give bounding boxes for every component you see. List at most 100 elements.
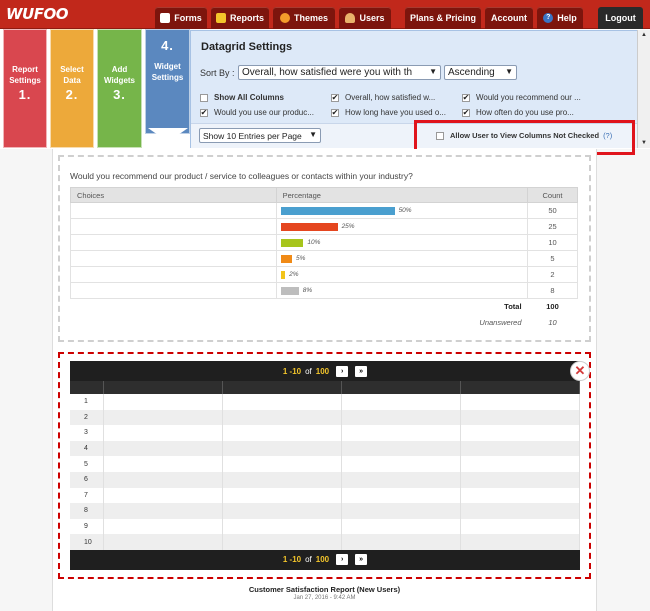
- step-2-number: 2.: [65, 87, 79, 102]
- table-row: 5% 5: [70, 250, 578, 267]
- datagrid-row[interactable]: 5: [70, 456, 580, 472]
- entries-per-page-select[interactable]: Show 10 Entries per Page ▼: [199, 128, 321, 143]
- datagrid-row[interactable]: 6: [70, 471, 580, 488]
- datagrid-row[interactable]: 7: [70, 487, 580, 504]
- count-cell: 50: [527, 202, 578, 219]
- datagrid-cell: [223, 440, 342, 457]
- datagrid-row[interactable]: 8: [70, 503, 580, 519]
- datagrid-header-cell[interactable]: [461, 381, 580, 394]
- column-checkbox-overall-satisfied[interactable]: ✔ Overall, how satisfied w...: [331, 93, 435, 102]
- table-row: 25% 25: [70, 218, 578, 235]
- last-page-button[interactable]: »: [355, 365, 368, 377]
- datagrid-header-cell: [70, 381, 104, 394]
- step-4-label: Widget: [154, 62, 181, 71]
- column-checkbox-how-long-used[interactable]: ✔ How long have you used o...: [331, 108, 446, 117]
- nav-tab-users[interactable]: Users: [339, 7, 391, 29]
- nav-tab-reports[interactable]: Reports: [211, 7, 269, 29]
- percentage-label: 25%: [341, 223, 355, 230]
- choice-cell: [70, 202, 277, 219]
- step-add-widgets[interactable]: Add Widgets 3.: [97, 29, 142, 148]
- datagrid-cell: [223, 456, 342, 472]
- datagrid-header-cell[interactable]: [223, 381, 342, 394]
- chart-widget[interactable]: Would you recommend our product / servic…: [58, 155, 591, 342]
- nav-forms-label: Forms: [174, 13, 202, 23]
- step-select-data[interactable]: Select Data 2.: [50, 29, 94, 148]
- last-page-button[interactable]: »: [355, 554, 368, 566]
- checkbox-label: Would you use our produc...: [214, 108, 314, 117]
- datagrid-cell: [342, 471, 461, 488]
- datagrid-header-cell[interactable]: [342, 381, 461, 394]
- checkmark-icon[interactable]: ✔: [200, 108, 208, 117]
- column-checkbox-would-use-product[interactable]: ✔ Would you use our produc...: [200, 108, 314, 117]
- scroll-up-icon[interactable]: ▲: [641, 32, 647, 38]
- datagrid-row[interactable]: 10: [70, 534, 580, 550]
- datagrid-cell: [461, 409, 580, 426]
- wufoo-logo[interactable]: WUFOO: [6, 5, 68, 23]
- datagrid-row[interactable]: 9: [70, 518, 580, 535]
- panel-title: Datagrid Settings: [201, 41, 293, 53]
- datagrid-cell: [342, 487, 461, 504]
- next-page-button[interactable]: ›: [336, 554, 349, 566]
- percentage-bar: [280, 223, 338, 231]
- column-checkbox-how-often-use[interactable]: ✔ How often do you use pro...: [462, 108, 574, 117]
- datagrid-cell: [104, 409, 223, 426]
- nav-tab-help[interactable]: ? Help: [537, 7, 583, 29]
- percentage-bar: [280, 207, 395, 215]
- row-number: 9: [70, 518, 104, 535]
- pager-total: 100: [315, 555, 330, 565]
- datagrid: 1 -10 of 100 › » 1 2 3 4 5 6 7 8 9 10 1 -10 of 10…: [70, 361, 580, 570]
- checkbox-label: How long have you used o...: [345, 108, 446, 117]
- datagrid-pager-top: 1 -10 of 100 › »: [70, 361, 580, 381]
- checkmark-icon[interactable]: ✔: [331, 93, 339, 102]
- next-page-button[interactable]: ›: [336, 365, 349, 377]
- datagrid-cell: [104, 456, 223, 472]
- nav-help-label: Help: [557, 13, 577, 23]
- show-all-columns-checkbox[interactable]: Show All Columns: [200, 93, 284, 102]
- top-navigation-bar: WUFOO Forms Reports Themes Users Plans &…: [0, 0, 650, 29]
- column-checkbox-would-recommend[interactable]: ✔ Would you recommend our ...: [462, 93, 581, 102]
- step-1-number: 1.: [18, 87, 32, 102]
- datagrid-body: 1 2 3 4 5 6 7 8 9 10: [70, 394, 580, 550]
- sort-order-select[interactable]: Ascending ▼: [444, 65, 517, 80]
- percentage-cell: 10%: [275, 234, 529, 251]
- checkmark-icon[interactable]: ✔: [462, 93, 470, 102]
- nav-tab-account[interactable]: Account: [485, 7, 533, 29]
- sort-by-select[interactable]: Overall, how satisfied were you with th ▼: [238, 65, 441, 80]
- datagrid-row[interactable]: 3: [70, 425, 580, 441]
- datagrid-cell: [342, 409, 461, 426]
- datagrid-header-cell[interactable]: [104, 381, 223, 394]
- logout-button[interactable]: Logout: [598, 7, 643, 29]
- datagrid-widget[interactable]: 1 -10 of 100 › » 1 2 3 4 5 6 7 8 9 10 1 -10 of 10…: [58, 352, 591, 579]
- close-icon[interactable]: ✕: [570, 361, 590, 381]
- percentage-label: 5%: [295, 255, 306, 262]
- scroll-down-icon[interactable]: ▼: [641, 140, 647, 146]
- count-cell: 8: [527, 282, 578, 299]
- step-widget-settings[interactable]: 4. Widget Settings: [145, 29, 190, 134]
- sort-order-value: Ascending: [448, 67, 495, 78]
- nav-tab-forms[interactable]: Forms: [155, 7, 207, 29]
- count-cell: 5: [527, 250, 578, 267]
- nav-tab-plans-pricing[interactable]: Plans & Pricing: [405, 7, 481, 29]
- nav-tab-themes[interactable]: Themes: [273, 7, 335, 29]
- panel-scrollbar[interactable]: ▲ ▼: [637, 30, 650, 148]
- checkmark-icon[interactable]: ✔: [331, 108, 339, 117]
- datagrid-cell: [342, 518, 461, 535]
- checkmark-icon[interactable]: ✔: [462, 108, 470, 117]
- total-value: 100: [546, 302, 559, 312]
- row-number: 4: [70, 440, 104, 457]
- nav-reports-label: Reports: [229, 13, 264, 23]
- datagrid-row[interactable]: 2: [70, 409, 580, 426]
- datagrid-cell: [461, 456, 580, 472]
- step-report-settings[interactable]: Report Settings 1.: [3, 29, 47, 148]
- choice-cell: [70, 218, 277, 235]
- unanswered-row: Unanswered 10: [71, 315, 578, 331]
- datagrid-cell: [223, 409, 342, 426]
- percentage-cell: 5%: [275, 250, 529, 267]
- row-number: 2: [70, 409, 104, 426]
- datagrid-cell: [461, 394, 580, 410]
- datagrid-row[interactable]: 4: [70, 440, 580, 457]
- checkbox-box[interactable]: [200, 93, 208, 102]
- row-number: 7: [70, 487, 104, 504]
- table-row: 50% 50: [70, 202, 578, 219]
- datagrid-row[interactable]: 1: [70, 394, 580, 410]
